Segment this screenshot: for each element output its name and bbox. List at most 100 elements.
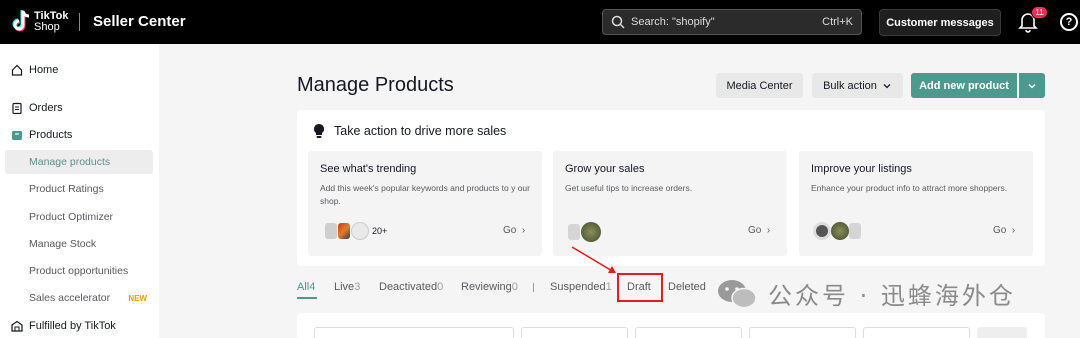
tiktok-logo-icon — [12, 10, 30, 32]
watermark-text: 公众号 · 迅蜂海外仓 — [768, 282, 1016, 310]
sidebar-subitem-manage-products[interactable]: Manage products — [5, 150, 153, 174]
tab-live[interactable]: Live3 — [334, 281, 360, 293]
annotation-arrow-icon — [571, 246, 616, 273]
sidebar-subitem-sales-accelerator[interactable]: Sales accelerator NEW — [5, 286, 153, 310]
sidebar-item-fulfilled-by-tiktok[interactable]: Fulfilled by TikTok — [0, 314, 159, 338]
improve-listings-card-title: Improve your listings — [811, 163, 912, 175]
search-input[interactable]: Search: "shopify" Ctrl+K — [602, 9, 862, 35]
tiktok-shop-logo[interactable]: TikTok Shop — [10, 9, 68, 35]
product-thumbnail — [813, 222, 831, 240]
tab-label: All — [297, 281, 310, 293]
tab-deleted[interactable]: Deleted — [668, 281, 706, 293]
reset-button[interactable] — [977, 327, 1027, 338]
help-icon[interactable]: ? — [1060, 13, 1078, 31]
improve-listings-thumbnails — [813, 222, 862, 240]
notification-badge: 11 — [1031, 6, 1048, 19]
product-thumbnail — [338, 223, 350, 239]
chevron-right-icon: › — [1009, 225, 1016, 236]
product-thumbnail — [351, 222, 369, 240]
trending-thumbnails: 20+ — [325, 222, 387, 240]
sidebar-item-label: Orders — [29, 102, 63, 114]
grow-sales-thumbnails — [568, 222, 601, 242]
active-tab-indicator — [297, 297, 317, 299]
search-shortcut: Ctrl+K — [822, 16, 853, 28]
trending-card-title: See what's trending — [320, 163, 417, 175]
sidebar-subitem-product-ratings[interactable]: Product Ratings — [5, 177, 153, 201]
tab-label: Deleted — [668, 281, 706, 293]
tab-all[interactable]: All4 — [297, 281, 315, 293]
new-badge: NEW — [128, 293, 147, 303]
chevron-down-icon — [1028, 83, 1036, 88]
add-product-dropdown-button[interactable] — [1019, 73, 1045, 98]
sidebar-item-orders[interactable]: Orders — [0, 96, 159, 120]
lightbulb-icon — [314, 124, 324, 138]
go-label: Go — [748, 225, 762, 236]
go-label: Go — [503, 225, 517, 236]
action-card-title: Take action to drive more sales — [334, 124, 507, 138]
tab-count: 0 — [437, 281, 444, 293]
product-thumbnail — [581, 222, 601, 242]
media-center-button[interactable]: Media Center — [716, 73, 803, 98]
tab-count: 1 — [605, 281, 612, 293]
filter-select[interactable] — [863, 327, 970, 338]
tab-label: Reviewing — [461, 281, 512, 293]
trending-count: 20+ — [372, 226, 388, 236]
trending-go-link[interactable]: Go › — [503, 225, 525, 236]
chevron-down-icon — [883, 83, 891, 88]
filter-select[interactable] — [749, 327, 856, 338]
tab-count: 3 — [354, 281, 361, 293]
filter-select[interactable] — [635, 327, 742, 338]
add-new-product-button[interactable]: Add new product — [911, 73, 1017, 98]
grow-sales-card-desc: Get useful tips to increase orders. — [565, 183, 693, 193]
app-title: Seller Center — [93, 13, 186, 30]
search-placeholder: Search: "shopify" — [631, 16, 715, 28]
page-title: Manage Products — [297, 74, 454, 96]
product-box-icon — [12, 131, 22, 140]
sidebar-item-label: Products — [29, 129, 73, 141]
product-thumbnail — [568, 224, 580, 240]
product-thumbnail — [831, 222, 849, 240]
wechat-icon — [718, 279, 757, 308]
tab-count: 0 — [511, 281, 518, 293]
clipboard-icon — [12, 102, 22, 114]
logo-text-line2: Shop — [34, 21, 60, 33]
improve-listings-card-desc: Enhance your product info to attract mor… — [811, 183, 1008, 193]
draft-highlight-box — [617, 273, 663, 302]
warehouse-icon — [11, 320, 23, 332]
sidebar-subitem-product-optimizer[interactable]: Product Optimizer — [5, 205, 153, 229]
tab-count: 4 — [309, 281, 316, 293]
chevron-right-icon: › — [764, 225, 771, 236]
grow-sales-go-link[interactable]: Go › — [748, 225, 770, 236]
sidebar-item-home[interactable]: Home — [0, 58, 159, 82]
bulk-action-label: Bulk action — [823, 79, 877, 92]
grow-sales-card-title: Grow your sales — [565, 163, 645, 175]
sidebar-item-label: Sales accelerator — [29, 292, 111, 304]
tab-divider — [533, 283, 534, 292]
improve-listings-go-link[interactable]: Go › — [993, 225, 1015, 236]
product-thumbnail — [325, 223, 337, 239]
tab-label: Deactivated — [379, 281, 438, 293]
bulk-action-button[interactable]: Bulk action — [812, 73, 903, 98]
search-icon — [611, 15, 625, 29]
go-label: Go — [993, 225, 1007, 236]
tab-deactivated[interactable]: Deactivated0 — [379, 281, 443, 293]
chevron-right-icon: › — [519, 225, 526, 236]
header-divider — [79, 13, 80, 31]
tab-suspended[interactable]: Suspended1 — [550, 281, 612, 293]
tab-label: Suspended — [550, 281, 606, 293]
tab-reviewing[interactable]: Reviewing0 — [461, 281, 518, 293]
filter-select[interactable] — [521, 327, 628, 338]
customer-messages-button[interactable]: Customer messages — [879, 9, 1001, 36]
tab-label: Live — [334, 281, 355, 293]
watermark: 公众号 · 迅蜂海外仓 — [716, 276, 1016, 311]
sidebar-item-products[interactable]: Products — [0, 123, 159, 147]
trending-card-desc: Add this week's popular keywords and pro… — [320, 183, 530, 206]
sidebar-item-label: Home — [29, 64, 59, 76]
filter-search-input[interactable] — [314, 327, 514, 338]
top-bar: TikTok Shop Seller Center Search: "shopi… — [0, 0, 1080, 44]
home-icon — [11, 64, 23, 76]
sidebar-item-label: Fulfilled by TikTok — [29, 320, 116, 332]
sidebar-subitem-product-opportunities[interactable]: Product opportunities — [5, 259, 153, 283]
sidebar-subitem-manage-stock[interactable]: Manage Stock — [5, 232, 153, 256]
product-thumbnail — [849, 223, 861, 239]
